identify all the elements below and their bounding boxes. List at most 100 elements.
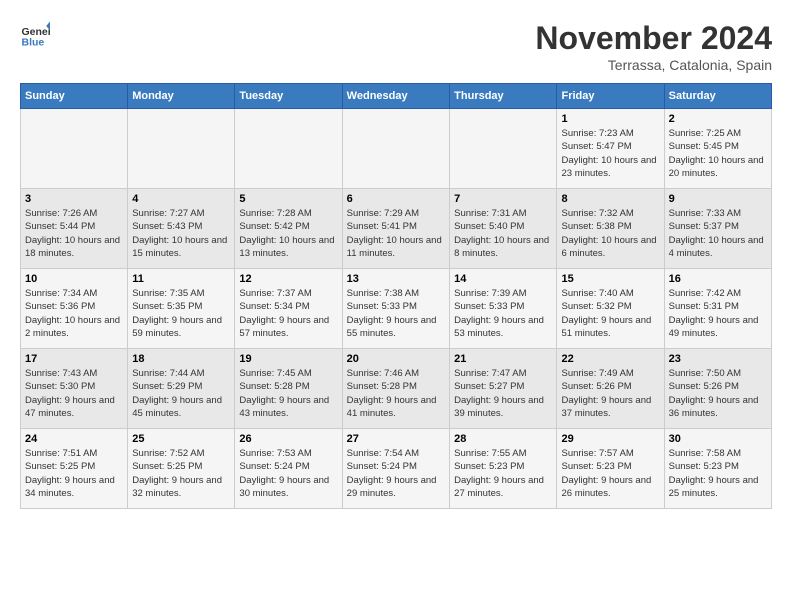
day-content: Sunrise: 7:32 AM Sunset: 5:38 PM Dayligh…: [561, 207, 659, 260]
calendar-row: 3 Sunrise: 7:26 AM Sunset: 5:44 PM Daylig…: [21, 189, 772, 269]
day-number: 23: [669, 353, 767, 365]
logo: General Blue: [20, 20, 50, 50]
day-number: 2: [669, 113, 767, 125]
day-content: Sunrise: 7:43 AM Sunset: 5:30 PM Dayligh…: [25, 367, 123, 420]
calendar-cell: 21 Sunrise: 7:47 AM Sunset: 5:27 PM Dayli…: [450, 349, 557, 429]
calendar-cell: 7 Sunrise: 7:31 AM Sunset: 5:40 PM Daylig…: [450, 189, 557, 269]
calendar-cell: 16Sunrise: 7:42 AM Sunset: 5:31 PM Dayli…: [664, 269, 771, 349]
day-number: 6: [347, 193, 445, 205]
calendar-row: 1 Sunrise: 7:23 AM Sunset: 5:47 PM Daylig…: [21, 109, 772, 189]
day-content: Sunrise: 7:28 AM Sunset: 5:42 PM Dayligh…: [239, 207, 337, 260]
calendar-cell: 5 Sunrise: 7:28 AM Sunset: 5:42 PM Daylig…: [235, 189, 342, 269]
calendar-cell: [235, 109, 342, 189]
day-number: 12: [239, 273, 337, 285]
weekday-header-cell: Sunday: [21, 84, 128, 109]
day-number: 15: [561, 273, 659, 285]
day-number: 8: [561, 193, 659, 205]
day-number: 13: [347, 273, 445, 285]
day-number: 26: [239, 433, 337, 445]
calendar-cell: [128, 109, 235, 189]
weekday-header-cell: Saturday: [664, 84, 771, 109]
calendar-cell: 19 Sunrise: 7:45 AM Sunset: 5:28 PM Dayli…: [235, 349, 342, 429]
day-content: Sunrise: 7:31 AM Sunset: 5:40 PM Dayligh…: [454, 207, 552, 260]
calendar-cell: 28Sunrise: 7:55 AM Sunset: 5:23 PM Dayli…: [450, 429, 557, 509]
day-content: Sunrise: 7:46 AM Sunset: 5:28 PM Dayligh…: [347, 367, 445, 420]
calendar-row: 24 Sunrise: 7:51 AM Sunset: 5:25 PM Dayli…: [21, 429, 772, 509]
day-content: Sunrise: 7:37 AM Sunset: 5:34 PM Dayligh…: [239, 287, 337, 340]
day-content: Sunrise: 7:55 AM Sunset: 5:23 PM Dayligh…: [454, 447, 552, 500]
day-content: Sunrise: 7:58 AM Sunset: 5:23 PM Dayligh…: [669, 447, 767, 500]
calendar-cell: 27Sunrise: 7:54 AM Sunset: 5:24 PM Dayli…: [342, 429, 449, 509]
weekday-header-cell: Wednesday: [342, 84, 449, 109]
day-number: 18: [132, 353, 230, 365]
day-number: 25: [132, 433, 230, 445]
weekday-header-cell: Friday: [557, 84, 664, 109]
location: Terrassa, Catalonia, Spain: [535, 57, 772, 73]
calendar-cell: [342, 109, 449, 189]
day-number: 10: [25, 273, 123, 285]
calendar-cell: 8 Sunrise: 7:32 AM Sunset: 5:38 PM Daylig…: [557, 189, 664, 269]
calendar-cell: 22 Sunrise: 7:49 AM Sunset: 5:26 PM Dayli…: [557, 349, 664, 429]
header: General Blue November 2024 Terrassa, Cat…: [20, 20, 772, 73]
day-content: Sunrise: 7:45 AM Sunset: 5:28 PM Dayligh…: [239, 367, 337, 420]
calendar-cell: 25Sunrise: 7:52 AM Sunset: 5:25 PM Dayli…: [128, 429, 235, 509]
day-number: 14: [454, 273, 552, 285]
day-number: 21: [454, 353, 552, 365]
day-content: Sunrise: 7:33 AM Sunset: 5:37 PM Dayligh…: [669, 207, 767, 260]
day-content: Sunrise: 7:44 AM Sunset: 5:29 PM Dayligh…: [132, 367, 230, 420]
calendar-body: 1 Sunrise: 7:23 AM Sunset: 5:47 PM Daylig…: [21, 109, 772, 509]
day-content: Sunrise: 7:49 AM Sunset: 5:26 PM Dayligh…: [561, 367, 659, 420]
day-content: Sunrise: 7:34 AM Sunset: 5:36 PM Dayligh…: [25, 287, 123, 340]
calendar-cell: 6Sunrise: 7:29 AM Sunset: 5:41 PM Daylig…: [342, 189, 449, 269]
day-content: Sunrise: 7:35 AM Sunset: 5:35 PM Dayligh…: [132, 287, 230, 340]
day-number: 5: [239, 193, 337, 205]
calendar-cell: 15Sunrise: 7:40 AM Sunset: 5:32 PM Dayli…: [557, 269, 664, 349]
day-content: Sunrise: 7:57 AM Sunset: 5:23 PM Dayligh…: [561, 447, 659, 500]
day-number: 7: [454, 193, 552, 205]
day-number: 24: [25, 433, 123, 445]
calendar-cell: 11 Sunrise: 7:35 AM Sunset: 5:35 PM Dayli…: [128, 269, 235, 349]
day-number: 3: [25, 193, 123, 205]
calendar-cell: 14Sunrise: 7:39 AM Sunset: 5:33 PM Dayli…: [450, 269, 557, 349]
day-number: 1: [561, 113, 659, 125]
calendar-cell: 12 Sunrise: 7:37 AM Sunset: 5:34 PM Dayli…: [235, 269, 342, 349]
calendar-cell: 9 Sunrise: 7:33 AM Sunset: 5:37 PM Daylig…: [664, 189, 771, 269]
calendar-cell: 1 Sunrise: 7:23 AM Sunset: 5:47 PM Daylig…: [557, 109, 664, 189]
weekday-header-cell: Tuesday: [235, 84, 342, 109]
day-content: Sunrise: 7:47 AM Sunset: 5:27 PM Dayligh…: [454, 367, 552, 420]
day-number: 30: [669, 433, 767, 445]
calendar-cell: 3 Sunrise: 7:26 AM Sunset: 5:44 PM Daylig…: [21, 189, 128, 269]
day-content: Sunrise: 7:51 AM Sunset: 5:25 PM Dayligh…: [25, 447, 123, 500]
calendar-cell: [21, 109, 128, 189]
calendar-cell: 18 Sunrise: 7:44 AM Sunset: 5:29 PM Dayli…: [128, 349, 235, 429]
calendar-cell: 13 Sunrise: 7:38 AM Sunset: 5:33 PM Dayli…: [342, 269, 449, 349]
day-number: 22: [561, 353, 659, 365]
day-content: Sunrise: 7:53 AM Sunset: 5:24 PM Dayligh…: [239, 447, 337, 500]
calendar-row: 10 Sunrise: 7:34 AM Sunset: 5:36 PM Dayli…: [21, 269, 772, 349]
day-content: Sunrise: 7:50 AM Sunset: 5:26 PM Dayligh…: [669, 367, 767, 420]
day-content: Sunrise: 7:26 AM Sunset: 5:44 PM Dayligh…: [25, 207, 123, 260]
weekday-header-cell: Monday: [128, 84, 235, 109]
calendar-cell: 20 Sunrise: 7:46 AM Sunset: 5:28 PM Dayli…: [342, 349, 449, 429]
day-content: Sunrise: 7:25 AM Sunset: 5:45 PM Dayligh…: [669, 127, 767, 180]
svg-text:Blue: Blue: [22, 37, 45, 49]
calendar-cell: 24 Sunrise: 7:51 AM Sunset: 5:25 PM Dayli…: [21, 429, 128, 509]
calendar-cell: 29Sunrise: 7:57 AM Sunset: 5:23 PM Dayli…: [557, 429, 664, 509]
calendar-cell: 2 Sunrise: 7:25 AM Sunset: 5:45 PM Daylig…: [664, 109, 771, 189]
calendar-row: 17Sunrise: 7:43 AM Sunset: 5:30 PM Dayli…: [21, 349, 772, 429]
day-number: 11: [132, 273, 230, 285]
day-number: 16: [669, 273, 767, 285]
day-number: 9: [669, 193, 767, 205]
calendar-cell: 4Sunrise: 7:27 AM Sunset: 5:43 PM Daylig…: [128, 189, 235, 269]
calendar-cell: 17Sunrise: 7:43 AM Sunset: 5:30 PM Dayli…: [21, 349, 128, 429]
day-content: Sunrise: 7:27 AM Sunset: 5:43 PM Dayligh…: [132, 207, 230, 260]
day-content: Sunrise: 7:38 AM Sunset: 5:33 PM Dayligh…: [347, 287, 445, 340]
day-number: 19: [239, 353, 337, 365]
calendar-cell: 23 Sunrise: 7:50 AM Sunset: 5:26 PM Dayli…: [664, 349, 771, 429]
calendar-table: SundayMondayTuesdayWednesdayThursdayFrid…: [20, 83, 772, 509]
calendar-cell: 26 Sunrise: 7:53 AM Sunset: 5:24 PM Dayli…: [235, 429, 342, 509]
calendar-cell: [450, 109, 557, 189]
logo-icon: General Blue: [20, 20, 50, 50]
day-number: 20: [347, 353, 445, 365]
day-content: Sunrise: 7:23 AM Sunset: 5:47 PM Dayligh…: [561, 127, 659, 180]
